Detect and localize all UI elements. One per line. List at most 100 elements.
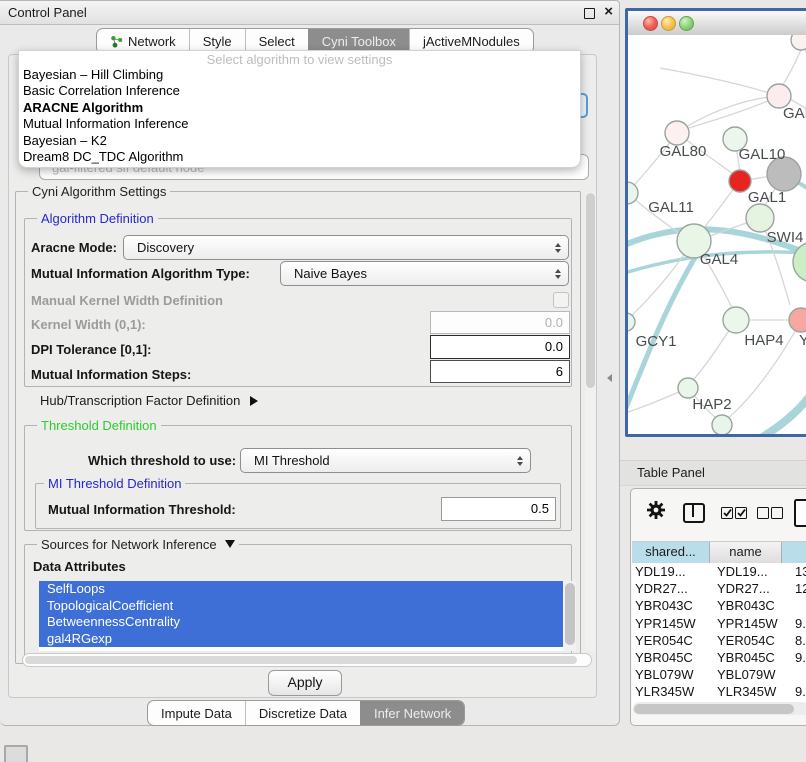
minimize-window-icon[interactable] [661, 16, 676, 31]
dpi-tolerance-field[interactable]: 0.0 [430, 335, 570, 359]
table-cell: YLR345W [632, 683, 711, 700]
network-node[interactable] [746, 204, 774, 232]
table-cell: YPR145W [711, 615, 783, 632]
zoom-window-icon[interactable] [679, 16, 694, 31]
dropdown-item[interactable]: Mutual Information Inference [19, 116, 580, 132]
network-node[interactable] [791, 35, 806, 50]
scrollbar-thumb[interactable] [586, 193, 595, 388]
combo-spinner-icon [555, 243, 561, 253]
attribute-item[interactable]: TopologicalCoefficient [39, 598, 576, 615]
table-row[interactable]: YBR043CYBR043C [632, 597, 806, 614]
table-cell: YBL079W [711, 666, 783, 683]
network-node[interactable] [665, 121, 689, 145]
node-label: HAP4 [744, 332, 783, 349]
dropdown-item[interactable]: Bayesian – K2 [19, 133, 580, 149]
node-label: SWI4 [767, 229, 804, 246]
table-body[interactable]: YDL19...YDL19...13YDR27...YDR27...12YBR0… [632, 563, 806, 708]
tab-infer-network[interactable]: Infer Network [360, 701, 464, 725]
network-graph[interactable]: GALGAL80GAL10GAL1GAL11SWI4GAL4GCY1HAP4YH… [628, 35, 806, 434]
window-grip[interactable] [4, 745, 28, 762]
mi-threshold-field[interactable]: 0.5 [441, 497, 556, 521]
panel-splitter-handle[interactable] [607, 374, 612, 382]
list-vertical-scrollbar[interactable] [563, 581, 576, 651]
table-panel-titlebar[interactable]: Table Panel [620, 460, 806, 486]
checked-checkbox-icon[interactable] [735, 507, 747, 519]
table-cell: YDR27... [632, 580, 711, 597]
algorithm-definition-group: Algorithm Definition Aracne Mode: Discov… [24, 218, 572, 387]
attribute-item[interactable]: BetweennessCentrality [39, 614, 576, 631]
gear-icon[interactable] [646, 500, 666, 520]
checked-checkbox-icon[interactable] [721, 507, 733, 519]
table-row[interactable]: YER054CYER054C8. [632, 632, 806, 649]
table-row[interactable]: YPR145WYPR145W9. [632, 615, 806, 632]
node-label: Y [799, 332, 806, 349]
attribute-item[interactable]: gal4RGexp [39, 631, 576, 648]
scrollbar-thumb[interactable] [565, 583, 575, 645]
mi-type-combo[interactable]: Naive Bayes [280, 261, 569, 286]
column-header-partial[interactable] [782, 542, 806, 563]
aracne-mode-combo[interactable]: Discovery [123, 235, 569, 260]
document-icon[interactable] [794, 499, 806, 527]
float-window-icon[interactable] [584, 8, 595, 19]
control-panel-window: Control Panel × Network Style Select Cyn… [0, 0, 620, 726]
network-node[interactable] [628, 313, 635, 331]
unchecked-checkbox-icon[interactable] [757, 507, 769, 519]
scrollbar-thumb[interactable] [634, 704, 794, 714]
table-horizontal-scrollbar[interactable] [633, 702, 806, 715]
mi-steps-field[interactable]: 6 [430, 360, 570, 383]
network-window-titlebar[interactable] [628, 11, 806, 36]
table-header-row: shared... name [632, 541, 806, 564]
close-panel-icon[interactable]: × [604, 3, 613, 20]
network-canvas[interactable]: GALGAL80GAL10GAL1GAL11SWI4GAL4GCY1HAP4YH… [628, 35, 806, 434]
column-header-shared-name[interactable]: shared... [632, 542, 710, 563]
kernel-width-field[interactable]: 0.0 [430, 311, 570, 334]
table-row[interactable]: YBR045CYBR045C9. [632, 649, 806, 666]
tab-discretize-data[interactable]: Discretize Data [245, 701, 360, 725]
sources-group: Sources for Network Inference Data Attri… [24, 544, 572, 657]
cyni-bottom-tabbar: Impute Data Discretize Data Infer Networ… [147, 700, 465, 726]
network-node[interactable] [678, 378, 698, 398]
tab-impute-data[interactable]: Impute Data [148, 701, 245, 725]
manual-kernel-width-checkbox[interactable] [553, 292, 569, 308]
attribute-item[interactable]: SelfLoops [39, 581, 576, 598]
table-row[interactable]: YLR345WYLR345W9. [632, 683, 806, 700]
table-panel-title: Table Panel [637, 465, 705, 480]
scrollbar-thumb[interactable] [25, 656, 577, 664]
network-node[interactable] [723, 307, 749, 333]
dropdown-item[interactable]: Basic Correlation Inference [19, 83, 580, 99]
network-node[interactable] [789, 308, 806, 332]
network-node[interactable] [712, 415, 732, 434]
sources-expander[interactable]: Sources for Network Inference [37, 537, 239, 552]
table-row[interactable]: YDL19...YDL19...13 [632, 563, 806, 580]
column-header-name[interactable]: name [710, 542, 782, 563]
which-threshold-combo[interactable]: MI Threshold [240, 448, 531, 473]
settings-horizontal-scrollbar[interactable] [22, 653, 592, 667]
node-label: GAL [783, 105, 806, 122]
node-label: GAL80 [660, 143, 707, 160]
data-attributes-list[interactable]: SelfLoopsTopologicalCoefficientBetweenne… [39, 581, 576, 651]
split-columns-icon[interactable] [683, 503, 705, 523]
unchecked-checkbox-icon[interactable] [771, 507, 783, 519]
dropdown-item[interactable]: Bayesian – Hill Climbing [19, 67, 580, 83]
control-panel-titlebar[interactable]: Control Panel × [0, 1, 619, 25]
node-label: HAP2 [692, 396, 731, 413]
table-row[interactable]: YBL079WYBL079W [632, 666, 806, 683]
table-toolbar [631, 489, 806, 539]
close-window-icon[interactable] [643, 16, 658, 31]
table-cell: YER054C [632, 632, 711, 649]
node-label: GAL1 [748, 189, 786, 206]
combo-spinner-icon [517, 456, 523, 466]
manual-kernel-width-label: Manual Kernel Width Definition [31, 293, 223, 308]
network-view-window: GALGAL80GAL10GAL1GAL11SWI4GAL4GCY1HAP4YH… [625, 8, 806, 437]
table-row[interactable]: YDR27...YDR27...12 [632, 580, 806, 597]
table-cell: YDR27... [711, 580, 783, 597]
table-cell: 12 [783, 580, 806, 597]
dropdown-item[interactable]: Dream8 DC_TDC Algorithm [19, 149, 580, 165]
settings-vertical-scrollbar[interactable] [585, 191, 596, 651]
hub-definition-expander[interactable]: Hub/Transcription Factor Definition [40, 393, 258, 408]
apply-button[interactable]: Apply [268, 670, 342, 696]
dropdown-item-selected[interactable]: ARACNE Algorithm [19, 100, 580, 116]
table-cell [783, 666, 795, 683]
dropdown-placeholder: Select algorithm to view settings [19, 51, 580, 67]
group-title: Cyni Algorithm Settings [28, 184, 170, 199]
